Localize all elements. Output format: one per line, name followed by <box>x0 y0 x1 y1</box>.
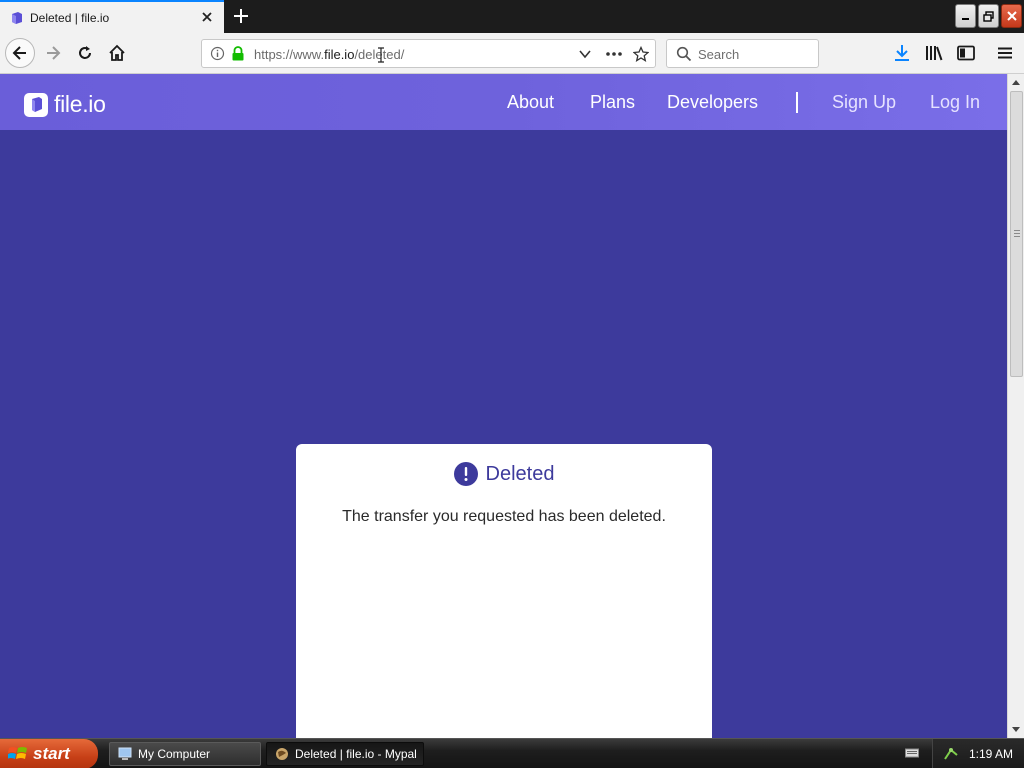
taskbar-item-my-computer[interactable]: My Computer <box>109 742 261 766</box>
site-logo[interactable]: file.io <box>24 91 106 118</box>
clock[interactable]: 1:19 AM <box>969 747 1013 761</box>
nav-divider <box>796 92 798 113</box>
new-tab-icon[interactable] <box>229 5 253 27</box>
download-arrow-icon <box>895 45 909 61</box>
search-box[interactable]: Search <box>666 39 819 68</box>
vertical-scrollbar[interactable] <box>1007 74 1024 738</box>
fileio-favicon-icon <box>12 12 22 24</box>
text-cursor-icon <box>378 47 384 63</box>
address-bar[interactable]: https://www.file.io/deleted/ <box>201 39 656 68</box>
deleted-card: Deleted The transfer you requested has b… <box>296 444 712 738</box>
bookmark-star-icon[interactable] <box>633 46 649 62</box>
nav-link-sign-up[interactable]: Sign Up <box>832 92 896 113</box>
more-horizontal-icon[interactable] <box>605 47 623 61</box>
back-button[interactable] <box>5 38 35 68</box>
scroll-down-button[interactable] <box>1008 722 1024 738</box>
taskbar-item-browser[interactable]: Deleted | file.io - Mypal <box>266 742 424 766</box>
sidebar-icon <box>957 45 975 61</box>
close-tab-icon[interactable] <box>199 9 215 25</box>
logo-text: file.io <box>54 91 106 117</box>
taskbar: start My Computer Deleted | file.io - My… <box>0 738 1024 768</box>
mypal-browser-icon <box>276 748 288 760</box>
restore-icon <box>983 10 994 22</box>
scroll-up-button[interactable] <box>1008 74 1024 90</box>
windows-logo-icon <box>8 747 27 759</box>
restore-button[interactable] <box>978 4 999 28</box>
computer-icon <box>118 747 132 760</box>
taskbar-item-label: My Computer <box>138 747 211 761</box>
nav-link-plans[interactable]: Plans <box>590 92 635 113</box>
triangle-up-icon <box>1012 80 1020 85</box>
close-window-button[interactable] <box>1001 4 1022 28</box>
exclamation-circle-icon <box>453 462 478 486</box>
start-label: start <box>33 744 70 763</box>
card-message: The transfer you requested has been dele… <box>342 508 666 525</box>
nav-link-about[interactable]: About <box>507 92 554 113</box>
lock-icon[interactable] <box>231 46 245 61</box>
scroll-grip <box>1014 230 1020 237</box>
site-header: file.io About Plans Developers Sign Up L… <box>0 74 1007 130</box>
triangle-down-icon <box>1012 727 1020 732</box>
url-prefix: https://www. <box>254 47 325 62</box>
close-icon <box>1006 11 1017 21</box>
navigation-toolbar: https://www.file.io/deleted/ Search <box>0 33 1024 74</box>
reload-icon <box>79 46 91 59</box>
start-button[interactable]: start <box>0 739 98 768</box>
minimize-button[interactable] <box>955 4 976 28</box>
downloads-button[interactable] <box>891 42 913 64</box>
web-page: file.io About Plans Developers Sign Up L… <box>0 74 1007 738</box>
tab-title: Deleted | file.io <box>30 11 110 25</box>
hamburger-menu-icon <box>998 47 1012 59</box>
search-icon <box>676 46 692 62</box>
reload-button[interactable] <box>70 38 100 68</box>
keyboard-icon[interactable] <box>905 747 919 759</box>
network-icon[interactable] <box>943 746 959 762</box>
library-icon <box>926 46 943 61</box>
nav-link-developers[interactable]: Developers <box>667 92 758 113</box>
scrollbar-thumb[interactable] <box>1010 91 1023 377</box>
chevron-down-icon[interactable] <box>578 47 592 61</box>
card-header: Deleted <box>296 462 712 486</box>
taskbar-item-label: Deleted | file.io - Mypal <box>295 747 417 761</box>
system-tray: 1:19 AM <box>932 739 1024 768</box>
browser-tab[interactable]: Deleted | file.io <box>0 0 224 33</box>
sidebar-button[interactable] <box>955 42 977 64</box>
window-controls <box>955 4 1022 28</box>
arrow-left-icon <box>12 46 26 60</box>
arrow-right-icon <box>47 46 61 60</box>
forward-button[interactable] <box>38 38 68 68</box>
minimize-icon <box>961 18 969 20</box>
nav-link-log-in[interactable]: Log In <box>930 92 980 113</box>
fileio-logo-icon <box>24 92 48 117</box>
url-host: file.io <box>324 47 355 62</box>
card-title: Deleted <box>485 462 555 485</box>
tab-strip: Deleted | file.io <box>0 0 1024 33</box>
menu-button[interactable] <box>994 42 1016 64</box>
search-placeholder: Search <box>698 47 740 62</box>
info-icon[interactable] <box>210 46 225 61</box>
home-icon <box>109 44 125 61</box>
home-button[interactable] <box>102 38 132 68</box>
library-button[interactable] <box>923 42 945 64</box>
